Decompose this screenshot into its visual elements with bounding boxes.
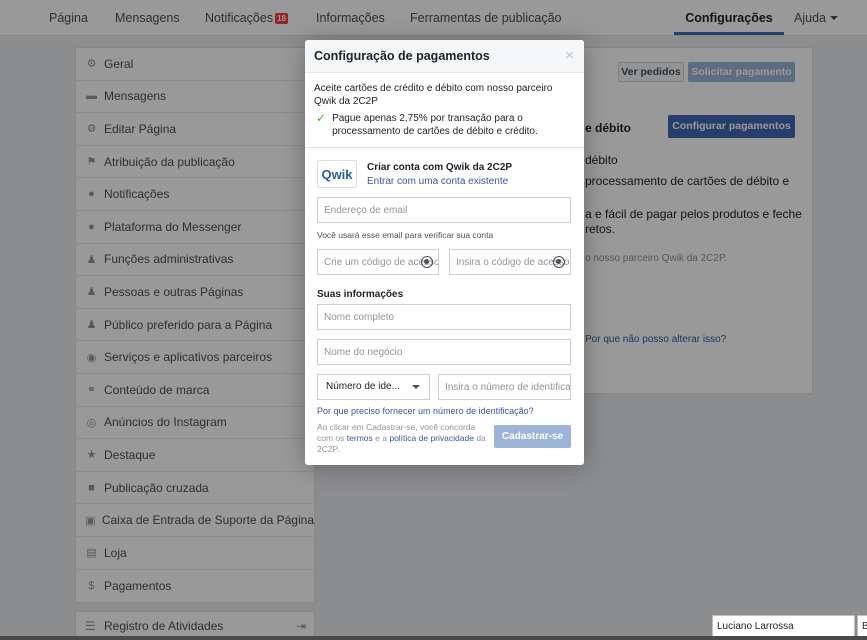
legal-text: Ao clicar em Cadastrar-se, você concorda…: [317, 422, 489, 455]
your-info-heading: Suas informações: [317, 289, 404, 300]
privacy-link[interactable]: política de privacidade: [389, 433, 474, 443]
full-name-input[interactable]: [324, 305, 570, 329]
benefit-row: ✓ Pague apenas 2,75% por transação para …: [316, 112, 576, 138]
email-field[interactable]: [317, 197, 571, 223]
signup-button[interactable]: Cadastrar-se: [494, 425, 571, 448]
benefit-text: Pague apenas 2,75% por transação para o …: [332, 113, 538, 137]
dialog-title: Configuração de pagamentos: [314, 49, 490, 63]
payments-setup-dialog: Configuração de pagamentos × Aceite cart…: [305, 40, 584, 465]
location-pin-icon: [553, 256, 565, 268]
business-name-field[interactable]: [317, 339, 571, 365]
id-type-select[interactable]: Número de ide...: [317, 374, 430, 400]
full-name-field[interactable]: [317, 304, 571, 330]
qwik-logo-text: Qwik: [321, 166, 353, 182]
terms-link[interactable]: termos: [347, 433, 373, 443]
create-account-title: Criar conta com Qwik da 2C2P: [367, 162, 513, 173]
id-number-field[interactable]: [438, 374, 571, 400]
location-pin-icon: [421, 256, 433, 268]
bottom-bar: [0, 636, 867, 640]
business-name-input[interactable]: [324, 340, 570, 364]
id-type-selected: Número de ide...: [326, 381, 400, 392]
close-icon[interactable]: ×: [565, 47, 574, 64]
legal-and: e a: [375, 433, 387, 443]
email-hint: Você usará esse email para verificar sua…: [317, 230, 494, 240]
create-code-field[interactable]: [317, 249, 439, 275]
chevron-down-icon: [412, 385, 420, 389]
divider: [305, 147, 584, 148]
qwik-logo: Qwik: [317, 160, 357, 188]
enter-code-field[interactable]: [449, 249, 571, 275]
id-number-input[interactable]: [445, 375, 570, 399]
dialog-intro: Aceite cartões de crédito e débito com n…: [314, 83, 553, 107]
dialog-header: Configuração de pagamentos ×: [305, 40, 584, 73]
why-id-link[interactable]: Por que preciso fornecer um número de id…: [317, 406, 534, 416]
email-input[interactable]: [324, 198, 570, 222]
login-existing-link[interactable]: Entrar com uma conta existente: [367, 176, 508, 187]
checkmark-icon: ✓: [316, 111, 327, 125]
